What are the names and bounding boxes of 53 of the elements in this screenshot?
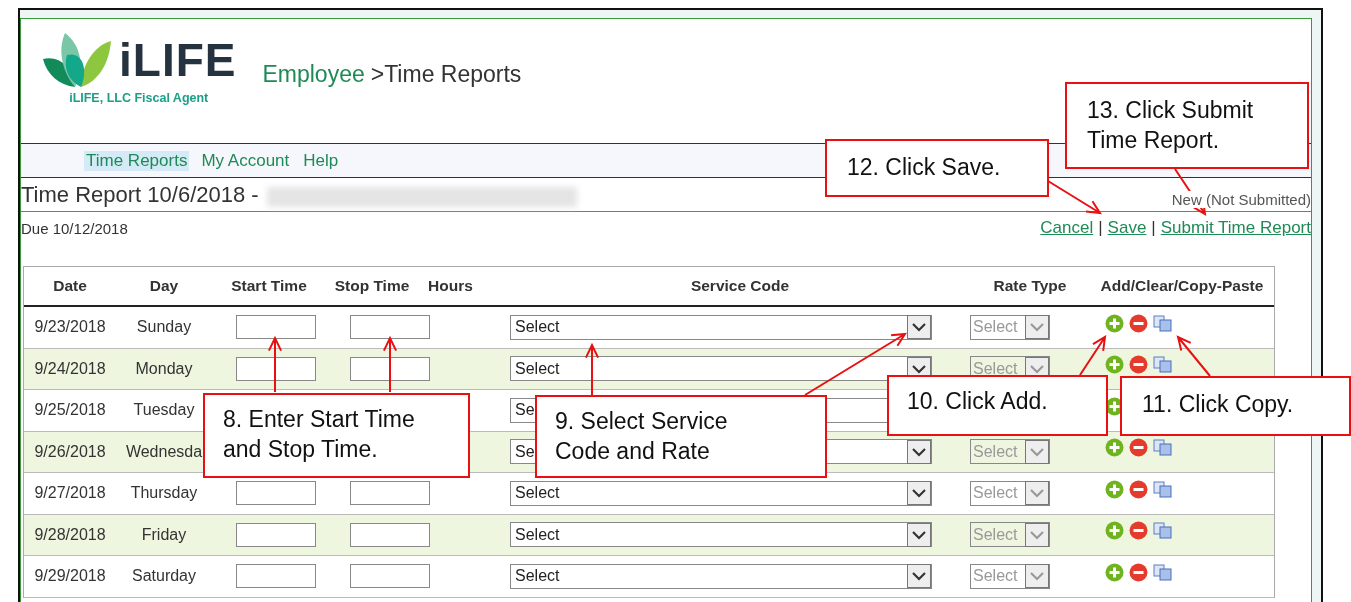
column-header: Add/Clear/Copy-Paste bbox=[1099, 277, 1265, 295]
day-cell-text: Monday bbox=[134, 359, 194, 378]
callout-tooltip: 8. Enter Start Time and Stop Time. bbox=[203, 393, 470, 478]
rate-type-select[interactable]: Select bbox=[970, 314, 1050, 340]
day-cell-text: Sunday bbox=[135, 318, 193, 337]
day-cell-text: Friday bbox=[140, 525, 188, 544]
breadcrumb-link[interactable]: Employee bbox=[262, 61, 365, 88]
service-code-select[interactable]: Select bbox=[510, 522, 932, 548]
logo-text: iLIFE bbox=[119, 33, 237, 87]
column-header: Service Code bbox=[689, 277, 791, 295]
link-separator: | bbox=[1151, 218, 1156, 238]
date-cell-text: 9/28/2018 bbox=[33, 525, 107, 544]
column-header: Hours bbox=[427, 277, 474, 295]
date-cell-text: 9/25/2018 bbox=[33, 401, 107, 420]
service-code-select[interactable]: Select bbox=[510, 480, 932, 506]
rate-type-select[interactable]: Select bbox=[970, 480, 1050, 506]
action-link[interactable]: Save bbox=[1107, 218, 1147, 238]
day-cell-text: Thursday bbox=[129, 484, 199, 503]
nav-link[interactable]: Help bbox=[301, 150, 341, 171]
action-link[interactable]: Submit Time Report bbox=[1160, 218, 1311, 238]
callout-tooltip: 9. Select Service Code and Rate bbox=[535, 395, 827, 478]
logo-tagline: iLIFE, LLC Fiscal Agent bbox=[69, 91, 209, 105]
service-code-select[interactable]: Select bbox=[510, 356, 932, 382]
column-header: Day bbox=[148, 277, 180, 295]
callout-tooltip: 10. Click Add. bbox=[887, 375, 1108, 436]
service-code-select[interactable]: Select bbox=[510, 314, 932, 340]
callout-tooltip: 11. Click Copy. bbox=[1120, 376, 1351, 436]
report-status: New (Not Submitted) bbox=[1171, 191, 1311, 208]
day-cell-text: Wednesda bbox=[124, 442, 204, 461]
nav-link[interactable]: Time Reports bbox=[84, 150, 190, 171]
service-code-select[interactable]: Select bbox=[510, 563, 932, 589]
callout-tooltip: 12. Click Save. bbox=[825, 139, 1049, 197]
column-header: Start Time bbox=[230, 277, 308, 295]
breadcrumb-current: >Time Reports bbox=[370, 61, 522, 88]
action-link[interactable]: Cancel bbox=[1040, 218, 1094, 238]
report-title: Time Report 10/6/2018 - bbox=[21, 181, 259, 207]
column-header: Rate Type bbox=[992, 277, 1068, 295]
column-header: Date bbox=[52, 277, 88, 295]
date-cell-text: 9/26/2018 bbox=[33, 442, 107, 461]
date-cell-text: 9/27/2018 bbox=[33, 484, 107, 503]
day-cell-text: Tuesday bbox=[132, 401, 196, 420]
callout-tooltip: 13. Click Submit Time Report. bbox=[1065, 82, 1309, 169]
column-header: Stop Time bbox=[333, 277, 411, 295]
link-separator: | bbox=[1098, 218, 1103, 238]
rate-type-select[interactable]: Select bbox=[970, 563, 1050, 589]
nav-link[interactable]: My Account bbox=[199, 150, 292, 171]
date-cell-text: 9/23/2018 bbox=[33, 318, 107, 337]
rate-type-select[interactable]: Select bbox=[970, 522, 1050, 548]
due-date: Due 10/12/2018 bbox=[21, 219, 128, 237]
date-cell-text: 9/29/2018 bbox=[33, 567, 107, 586]
day-cell-text: Saturday bbox=[130, 567, 197, 586]
date-cell-text: 9/24/2018 bbox=[33, 359, 107, 378]
rate-type-select[interactable]: Select bbox=[970, 439, 1050, 465]
